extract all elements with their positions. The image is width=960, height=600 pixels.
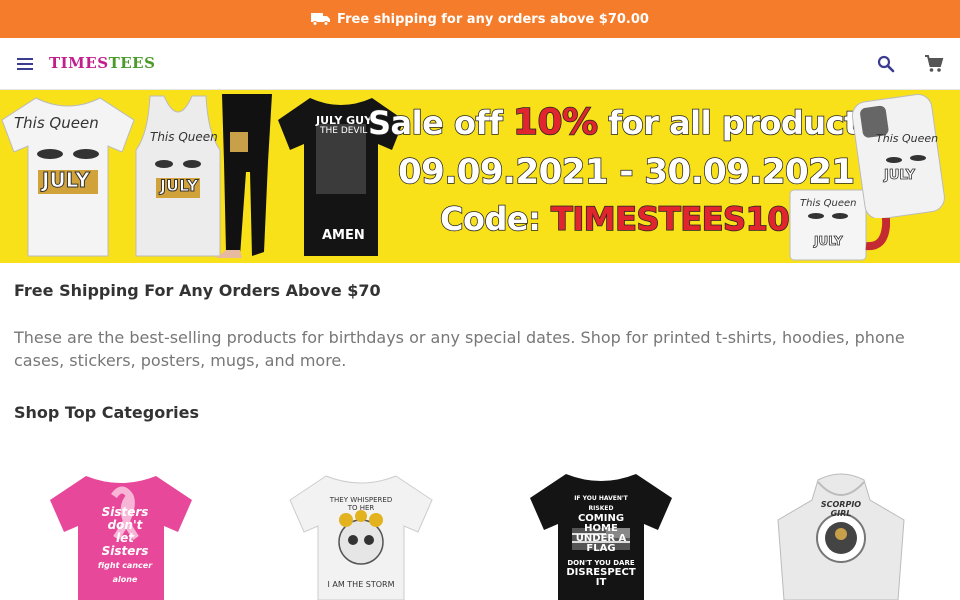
tee2-mid-text: JULY bbox=[159, 176, 199, 196]
search-icon[interactable] bbox=[874, 52, 898, 76]
black-tshirt-text-bottom: DON'T YOU DARE DISRESPECT IT bbox=[562, 558, 640, 588]
white-tshirt-top-text: THEY WHISPERED TO HER bbox=[329, 496, 393, 512]
leggings-image bbox=[216, 94, 272, 258]
site-header: TIMESTEES bbox=[0, 38, 960, 90]
pink-tshirt-text: Sisters don't let Sisters fight cancer a… bbox=[90, 506, 160, 586]
black-tshirt-text: IF YOU HAVEN'T RISKED COMING HOME UNDER … bbox=[562, 494, 640, 554]
promo-banner[interactable]: This Queen JULY This Queen JULY JULY GUY… bbox=[0, 90, 960, 263]
logo-part-1: TIMES bbox=[49, 54, 109, 72]
truck-icon bbox=[311, 12, 331, 26]
black-tshirt-line-2: COMING HOME bbox=[577, 513, 625, 534]
pink-tshirt-line-2: don't bbox=[107, 518, 143, 532]
category-black-tshirt[interactable]: IF YOU HAVEN'T RISKED COMING HOME UNDER … bbox=[526, 470, 676, 600]
shipping-announcement-text: Free shipping for any orders above $70.0… bbox=[337, 11, 649, 27]
shipping-heading: Free Shipping For Any Orders Above $70 bbox=[14, 281, 381, 300]
banner-headline-c: for all products bbox=[597, 103, 878, 143]
pink-tshirt-line-5: fight cancer alone bbox=[97, 561, 153, 584]
white-tshirt-bottom-text: I AM THE STORM bbox=[327, 580, 395, 589]
tee3-sub-text: THE DEVIL bbox=[320, 126, 368, 136]
banner-headline: Sale off 10% for all products bbox=[367, 101, 878, 144]
shipping-announcement-bar: Free shipping for any orders above $70.0… bbox=[0, 0, 960, 38]
phone-case-image bbox=[851, 94, 945, 218]
pink-tshirt-line-1: Sisters bbox=[101, 505, 149, 519]
banner-headline-a: Sale off bbox=[367, 103, 513, 143]
logo-part-2: TEES bbox=[108, 54, 156, 72]
case-top-text: This Queen bbox=[876, 132, 939, 145]
tee2-top-text: This Queen bbox=[150, 130, 218, 144]
tee3-bottom-text: AMEN bbox=[322, 228, 365, 243]
category-hoodie[interactable]: SCORPIO GIRL bbox=[766, 470, 916, 600]
banner-promo-code: Code: TIMESTEES10 bbox=[439, 199, 790, 239]
category-pink-tshirt[interactable]: Sisters don't let Sisters fight cancer a… bbox=[46, 470, 196, 600]
tee1-mid-text: JULY bbox=[42, 168, 91, 193]
hoodie-image bbox=[777, 473, 905, 600]
pink-tshirt-line-3: let bbox=[116, 531, 134, 545]
cart-icon[interactable] bbox=[922, 52, 946, 76]
banner-code-label: Code: bbox=[439, 199, 552, 239]
black-tshirt-line-1: IF YOU HAVEN'T RISKED bbox=[574, 495, 628, 512]
pink-tshirt-line-4: Sisters bbox=[101, 544, 149, 558]
category-white-tshirt[interactable]: THEY WHISPERED TO HER I AM THE STORM bbox=[286, 470, 436, 600]
black-tshirt-line-5: DISRESPECT IT bbox=[566, 567, 636, 588]
hoodie-text: SCORPIO GIRL bbox=[820, 500, 862, 518]
menu-icon[interactable] bbox=[14, 54, 36, 74]
black-tshirt-line-3: UNDER A FLAG bbox=[575, 533, 627, 554]
shop-description: These are the best-selling products for … bbox=[14, 328, 905, 370]
mug-mid-text: JULY bbox=[814, 234, 843, 249]
site-logo[interactable]: TIMESTEES bbox=[49, 54, 155, 72]
banner-discount: 10% bbox=[512, 101, 599, 144]
case-mid-text: JULY bbox=[884, 168, 916, 184]
categories-heading: Shop Top Categories bbox=[14, 403, 199, 422]
tee1-top-text: This Queen bbox=[14, 114, 99, 132]
banner-code-value: TIMESTEES10 bbox=[550, 199, 790, 239]
